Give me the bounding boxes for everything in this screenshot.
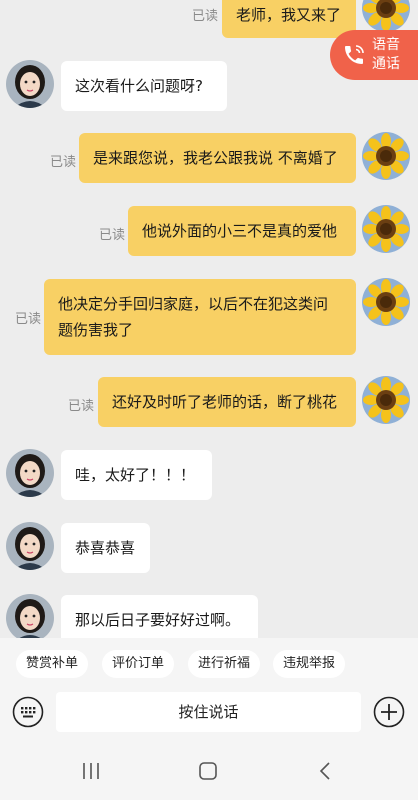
sunflower-icon xyxy=(362,132,410,180)
message-bubble-theirs[interactable]: 那以后日子要好好过啊。 xyxy=(61,595,258,638)
input-bar: 按住说话 xyxy=(0,690,418,740)
message-text-line: 题伤害我了 xyxy=(58,321,134,339)
call-label-line2: 通话 xyxy=(372,56,400,72)
message-text: 他说外面的小三不是真的爱他 xyxy=(142,222,338,240)
message-text: 这次看什么问题呀? xyxy=(75,77,203,95)
chip-report[interactable]: 违规举报 xyxy=(273,650,345,678)
sunflower-icon xyxy=(362,278,410,326)
message-bubble-theirs[interactable]: 哇，太好了！！！ xyxy=(61,450,212,500)
read-status: 已读 xyxy=(50,155,77,170)
message-text-line: 他决定分手回归家庭，以后不在犯这类问 xyxy=(58,295,329,313)
teacher-avatar-image xyxy=(6,522,54,570)
teacher-avatar[interactable] xyxy=(6,522,54,570)
message-bubble-theirs[interactable]: 恭喜恭喜 xyxy=(61,523,150,573)
sunflower-icon xyxy=(362,376,410,424)
my-avatar[interactable] xyxy=(362,132,410,180)
message-bubble-mine[interactable]: 他说外面的小三不是真的爱他 xyxy=(128,206,356,256)
hold-to-talk-button[interactable]: 按住说话 xyxy=(56,692,361,732)
keyboard-icon[interactable] xyxy=(12,696,44,728)
plus-icon[interactable] xyxy=(373,696,405,728)
message-bubble-mine[interactable]: 老师，我又来了 xyxy=(222,0,356,38)
my-avatar[interactable] xyxy=(362,0,410,32)
quick-actions-bar: 赞赏补单 评价订单 进行祈福 违规举报 xyxy=(0,638,418,690)
sunflower-icon xyxy=(362,0,410,32)
teacher-avatar[interactable] xyxy=(6,449,54,497)
my-avatar[interactable] xyxy=(362,205,410,253)
system-nav-bar xyxy=(0,740,418,800)
message-bubble-mine[interactable]: 是来跟您说，我老公跟我说 不离婚了 xyxy=(79,133,356,183)
back-icon[interactable] xyxy=(315,760,337,782)
chip-rate-order[interactable]: 评价订单 xyxy=(102,650,174,678)
message-text: 老师，我又来了 xyxy=(236,6,342,24)
read-status: 已读 xyxy=(15,312,42,327)
message-bubble-theirs[interactable]: 这次看什么问题呀? xyxy=(61,61,227,111)
message-text: 是来跟您说，我老公跟我说 不离婚了 xyxy=(93,149,338,167)
chip-tip-order[interactable]: 赞赏补单 xyxy=(16,650,88,678)
my-avatar[interactable] xyxy=(362,278,410,326)
teacher-avatar[interactable] xyxy=(6,594,54,638)
chat-area[interactable]: 已读 老师，我又来了 语音 通话 这次看什么问题呀? 已读 是来跟您说，我老公跟… xyxy=(0,0,418,638)
voice-call-button[interactable]: 语音 通话 xyxy=(330,30,418,80)
chip-pray[interactable]: 进行祈福 xyxy=(188,650,260,678)
message-text: 哇，太好了！！！ xyxy=(75,466,196,484)
read-status: 已读 xyxy=(68,399,95,414)
read-status: 已读 xyxy=(192,9,219,24)
phone-icon xyxy=(345,45,364,64)
message-bubble-mine[interactable]: 他决定分手回归家庭，以后不在犯这类问 题伤害我了 xyxy=(44,279,356,355)
message-bubble-mine[interactable]: 还好及时听了老师的话，断了桃花 xyxy=(98,377,356,427)
home-icon[interactable] xyxy=(197,760,219,782)
read-status: 已读 xyxy=(99,228,126,243)
message-text: 还好及时听了老师的话，断了桃花 xyxy=(112,393,338,411)
teacher-avatar[interactable] xyxy=(6,60,54,108)
call-label-line1: 语音 xyxy=(372,37,400,53)
my-avatar[interactable] xyxy=(362,376,410,424)
message-text: 恭喜恭喜 xyxy=(75,539,136,557)
message-text: 那以后日子要好好过啊。 xyxy=(75,611,241,629)
recent-apps-icon[interactable] xyxy=(80,760,102,782)
teacher-avatar-image xyxy=(6,594,54,638)
teacher-avatar-image xyxy=(6,60,54,108)
sunflower-icon xyxy=(362,205,410,253)
teacher-avatar-image xyxy=(6,449,54,497)
